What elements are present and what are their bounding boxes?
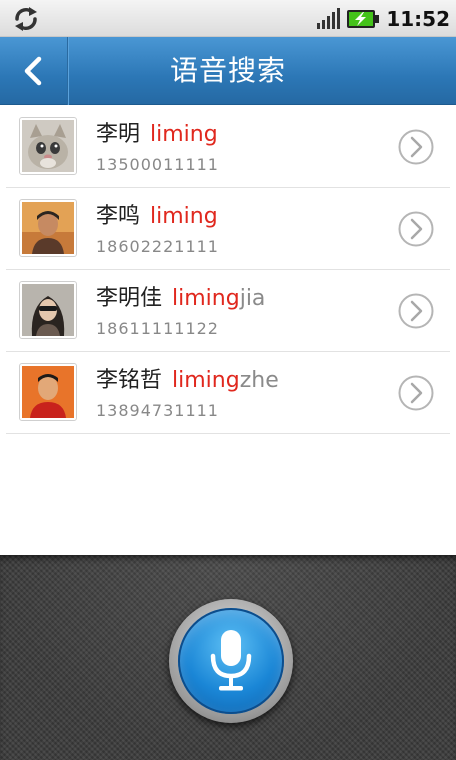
chevron-right-circle-icon[interactable] — [398, 375, 434, 411]
contact-name-line: 李明佳 limingjia — [96, 284, 265, 314]
chevron-right-circle-icon[interactable] — [398, 211, 434, 247]
contact-name: 李铭哲 — [96, 368, 163, 393]
sync-icon — [15, 7, 37, 31]
contact-phone: 18611111122 — [96, 319, 219, 338]
chevron-right-circle-icon[interactable] — [398, 293, 434, 329]
pinyin-match: liming — [172, 368, 240, 393]
contact-row[interactable]: 李明佳 limingjia 18611111122 — [6, 270, 450, 352]
contact-list: 李明 liming 13500011111 李鸣 liming 1860222111… — [0, 106, 456, 434]
contact-name-line: 李明 liming — [96, 120, 218, 150]
pinyin-rest: zhe — [239, 368, 279, 393]
contact-phone: 13894731111 — [96, 401, 219, 420]
avatar — [19, 363, 77, 421]
battery-charging-icon — [347, 10, 379, 28]
contact-row[interactable]: 李铭哲 limingzhe 13894731111 — [6, 352, 450, 434]
header-bar: 语音搜索 — [0, 37, 456, 105]
contact-name: 李明佳 — [96, 286, 163, 311]
cat-avatar-image — [22, 120, 74, 172]
pinyin-match: liming — [172, 286, 240, 311]
status-bar: 11:52 — [0, 0, 456, 37]
contact-row[interactable]: 李明 liming 13500011111 — [6, 106, 450, 188]
contact-phone: 18602221111 — [96, 237, 219, 256]
contact-name: 李明 — [96, 122, 141, 147]
back-button[interactable] — [0, 37, 68, 105]
page-title: 语音搜索 — [169, 54, 286, 87]
avatar — [19, 281, 77, 339]
avatar — [19, 199, 77, 257]
person-avatar-image — [22, 202, 74, 254]
contact-row[interactable]: 李鸣 liming 18602221111 — [6, 188, 450, 270]
pinyin-rest: jia — [239, 286, 266, 311]
chevron-right-circle-icon[interactable] — [398, 129, 434, 165]
person-avatar-image — [22, 284, 74, 336]
person-avatar-image — [22, 366, 74, 418]
contact-phone: 13500011111 — [96, 155, 219, 174]
clock: 11:52 — [386, 7, 450, 31]
microphone-icon — [210, 630, 252, 691]
chevron-left-icon — [24, 56, 42, 86]
voice-panel — [0, 555, 456, 760]
contact-name: 李鸣 — [96, 204, 141, 229]
pinyin-match: liming — [150, 204, 218, 229]
contact-name-line: 李鸣 liming — [96, 202, 218, 232]
microphone-button-face — [178, 608, 284, 714]
avatar — [19, 117, 77, 175]
signal-icon — [317, 8, 340, 29]
microphone-button[interactable] — [169, 599, 293, 723]
contact-name-line: 李铭哲 limingzhe — [96, 366, 279, 396]
pinyin-match: liming — [150, 122, 218, 147]
